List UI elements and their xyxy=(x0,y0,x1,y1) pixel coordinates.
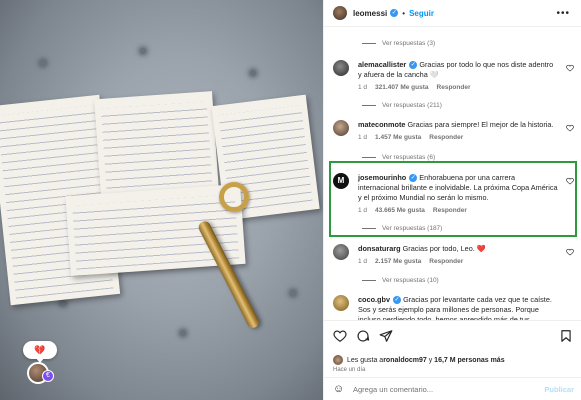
comment-item: donsaturarg Gracias por todo, Leo. ❤️ 1 … xyxy=(333,244,578,265)
verified-icon: ✓ xyxy=(390,9,399,17)
comment-likes[interactable]: 1.457 Me gusta xyxy=(375,134,421,141)
liker-username[interactable]: ronaldocm97 xyxy=(383,357,427,364)
post-timestamp: Hace un día xyxy=(333,367,366,373)
separator-dot: • xyxy=(402,8,406,18)
comment-item: alemacallister ✓ Gracias por todo lo que … xyxy=(333,60,578,91)
comment-text: mateconmote Gracias para siempre! El mej… xyxy=(358,120,554,129)
comment-text: josemourinho ✓ Enhorabuena por una carrer… xyxy=(358,173,558,202)
comment-item: mateconmote Gracias para siempre! El mej… xyxy=(333,120,578,141)
like-comment-icon[interactable] xyxy=(566,64,574,72)
author-avatar[interactable] xyxy=(333,6,347,20)
commenter-avatar[interactable] xyxy=(333,120,349,136)
comment-username[interactable]: coco.gbv xyxy=(358,295,390,304)
post-action-bar xyxy=(324,320,581,358)
comment-composer: ☺ Publicar xyxy=(324,377,581,400)
comment-meta: 1 d 1.457 Me gusta Responder xyxy=(358,134,578,141)
like-comment-icon[interactable] xyxy=(566,124,574,132)
comment-age: 1 d xyxy=(358,207,368,214)
commenter-avatar[interactable] xyxy=(333,295,349,311)
comment-icon[interactable] xyxy=(356,329,370,343)
cushion-tuft xyxy=(140,48,146,54)
comment-likes[interactable]: 321.407 Me gusta xyxy=(375,84,428,91)
comment-age: 1 d xyxy=(358,84,368,91)
reply-button[interactable]: Responder xyxy=(437,84,471,91)
broken-heart-icon: 💔 xyxy=(34,344,46,355)
reply-button[interactable]: Responder xyxy=(429,134,463,141)
comment-meta: 1 d 2.157 Me gusta Responder xyxy=(358,258,578,265)
cushion-tuft xyxy=(250,70,256,76)
comment-meta: 1 d 43.665 Me gusta Responder xyxy=(358,207,578,214)
verified-icon: ✓ xyxy=(393,296,402,305)
comment-username[interactable]: donsaturarg xyxy=(358,244,401,253)
cushion-tuft xyxy=(180,330,186,336)
emoji-icon[interactable]: ☺ xyxy=(333,383,344,395)
verified-icon: ✓ xyxy=(409,174,418,183)
author-username[interactable]: leomessi xyxy=(353,9,387,18)
likes-summary[interactable]: Les gusta a ronaldocm97 y 16,7 M persona… xyxy=(333,355,505,365)
like-icon[interactable] xyxy=(333,329,347,343)
verified-icon: ✓ xyxy=(409,61,418,70)
comment-text: alemacallister ✓ Gracias por todo lo que … xyxy=(358,60,554,79)
comment-username[interactable]: josemourinho xyxy=(358,173,406,182)
view-replies-link[interactable]: Ver respuestas (187) xyxy=(362,225,442,232)
comment-username[interactable]: alemacallister xyxy=(358,60,406,69)
comment-input[interactable] xyxy=(353,384,513,394)
reaction-bubble[interactable]: 💔 xyxy=(23,341,57,363)
comment-text: donsaturarg Gracias por todo, Leo. ❤️ xyxy=(358,244,486,253)
cushion-tuft xyxy=(60,300,66,306)
reply-button[interactable]: Responder xyxy=(429,258,463,265)
cushion-tuft xyxy=(290,290,296,296)
comment-likes[interactable]: 2.157 Me gusta xyxy=(375,258,421,265)
view-replies-link[interactable]: Ver respuestas (3) xyxy=(362,40,435,47)
likes-count[interactable]: 16,7 M personas más xyxy=(434,357,504,364)
comment-item: coco.gbv ✓ Gracias por levantarte cada ve… xyxy=(333,295,578,320)
comment-age: 1 d xyxy=(358,258,368,265)
view-replies-link[interactable]: Ver respuestas (10) xyxy=(362,277,439,284)
comments-panel: leomessi ✓ • Seguir ••• Ver respuestas (… xyxy=(323,0,581,400)
liker-avatar xyxy=(333,355,343,365)
commenter-avatar[interactable] xyxy=(333,60,349,76)
publish-button[interactable]: Publicar xyxy=(544,385,574,394)
comment-age: 1 d xyxy=(358,134,368,141)
commenter-avatar[interactable] xyxy=(333,244,349,260)
commenter-avatar[interactable]: M xyxy=(333,173,349,189)
view-replies-link[interactable]: Ver respuestas (6) xyxy=(362,154,435,161)
share-icon[interactable] xyxy=(379,329,393,343)
comment-meta: 1 d 321.407 Me gusta Responder xyxy=(358,84,578,91)
comment-text: coco.gbv ✓ Gracias por levantarte cada ve… xyxy=(358,295,552,320)
more-options-icon[interactable]: ••• xyxy=(556,8,570,19)
view-replies-link[interactable]: Ver respuestas (211) xyxy=(362,102,442,109)
comment-username[interactable]: mateconmote xyxy=(358,120,405,129)
save-icon[interactable] xyxy=(559,329,573,343)
note-badge-icon: € xyxy=(42,370,54,382)
comment-likes[interactable]: 43.665 Me gusta xyxy=(375,207,425,214)
like-comment-icon[interactable] xyxy=(566,248,574,256)
post-photo: 💔 € xyxy=(0,0,323,400)
pen-clip xyxy=(219,182,249,212)
comment-item: M josemourinho ✓ Enhorabuena por una carr… xyxy=(333,173,578,214)
cushion-tuft xyxy=(40,60,46,66)
like-comment-icon[interactable] xyxy=(566,177,574,185)
follow-button[interactable]: Seguir xyxy=(409,9,434,18)
post-header: leomessi ✓ • Seguir ••• xyxy=(324,0,581,27)
reply-button[interactable]: Responder xyxy=(433,207,467,214)
